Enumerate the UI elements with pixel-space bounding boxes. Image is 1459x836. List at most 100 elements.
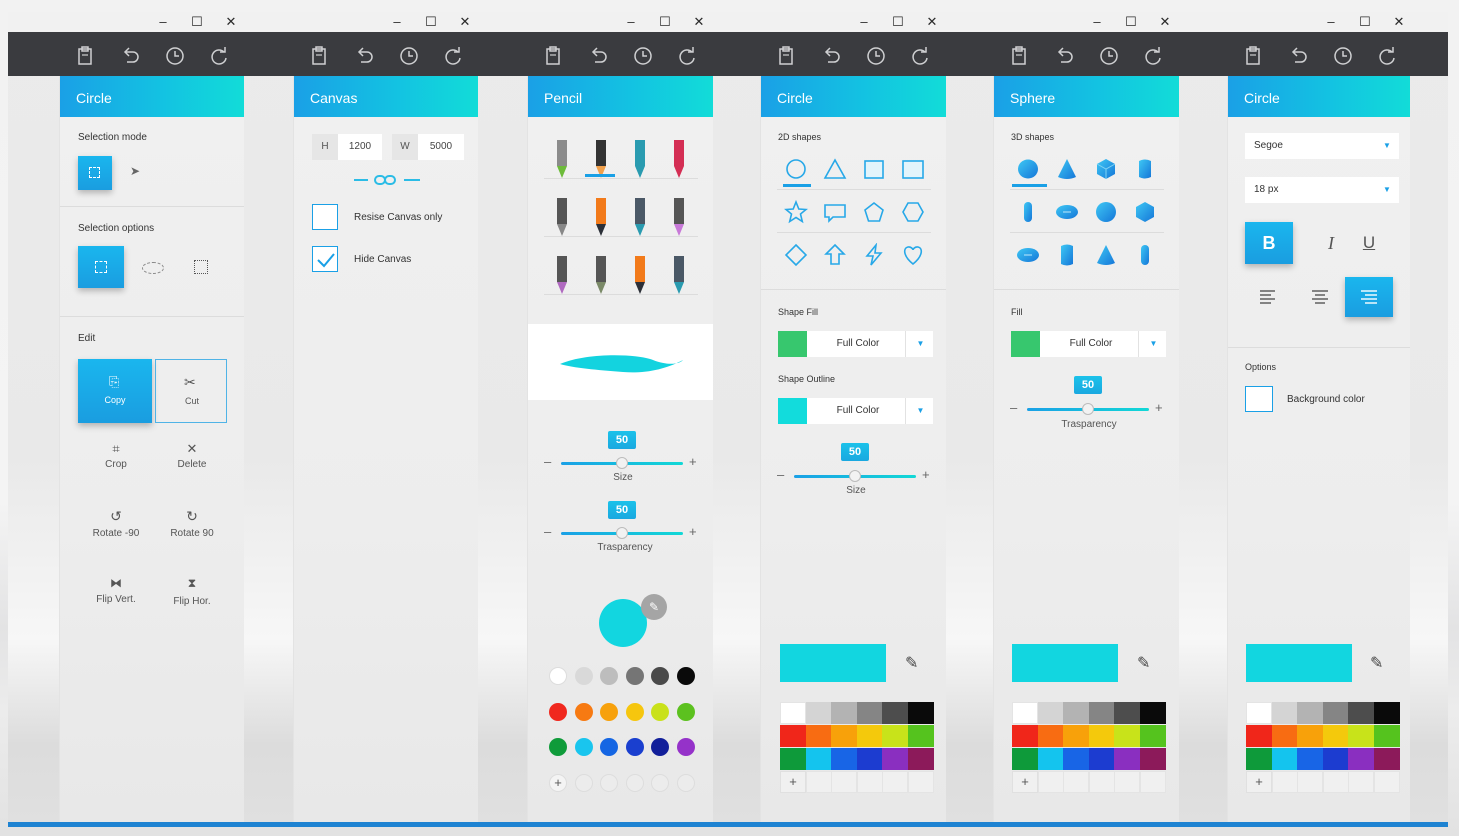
color-swatch[interactable] [882,771,908,793]
color-swatch[interactable] [1373,748,1400,770]
pencil-icon[interactable] [549,252,575,296]
color-swatch[interactable] [1139,748,1166,770]
close-button[interactable]: ✕ [223,14,239,30]
pentagon-icon[interactable] [862,200,886,224]
color-swatch[interactable] [1088,725,1115,747]
size-minus-button[interactable]: – [544,454,551,469]
lasso-select-icon[interactable] [142,262,164,274]
color-swatch[interactable] [1012,748,1038,770]
close-button[interactable]: ✕ [457,14,473,30]
color-swatch[interactable] [1114,748,1140,770]
capsule-icon[interactable] [1016,200,1040,224]
pointer-icon[interactable]: ➤ [130,164,140,178]
star-icon[interactable] [783,199,809,224]
current-color-swatch[interactable] [1246,644,1352,682]
rectangle-icon[interactable] [901,157,925,181]
size-minus-button[interactable]: – [777,467,784,482]
clipboard-icon[interactable] [774,44,798,68]
color-swatch[interactable] [1297,725,1323,747]
align-left-icon[interactable] [1258,286,1278,306]
undo-icon[interactable] [819,44,843,68]
bold-button[interactable]: B [1245,222,1293,264]
heart-icon[interactable] [901,243,925,267]
color-swatch[interactable] [907,725,934,747]
minimize-button[interactable]: – [155,14,171,30]
size-plus-button[interactable]: + [689,454,697,469]
eyedropper-icon[interactable]: ✎ [905,653,918,673]
eyedropper-icon[interactable]: ✎ [1370,653,1383,673]
color-swatch[interactable] [780,748,806,770]
align-center-icon[interactable] [1310,286,1330,306]
clipboard-icon[interactable] [1241,44,1265,68]
paint-bucket-icon[interactable] [666,252,692,296]
color-swatch[interactable] [1348,725,1374,747]
color-swatch[interactable] [651,702,669,721]
color-swatch[interactable] [1037,725,1064,747]
color-swatch[interactable] [625,773,644,792]
color-swatch[interactable] [1322,748,1349,770]
transparency-slider-thumb[interactable] [616,527,628,539]
rotate-right-button[interactable]: ↻ Rotate 90 [162,508,222,548]
color-swatch[interactable] [574,667,593,685]
close-button[interactable]: ✕ [1391,14,1407,30]
color-swatch[interactable] [856,725,883,747]
sphere-icon[interactable] [1094,200,1118,224]
color-swatch[interactable] [805,725,832,747]
color-swatch[interactable] [1322,771,1349,793]
flip-vertical-button[interactable]: ⧓ Flip Vert. [86,576,146,616]
color-swatch[interactable] [1114,725,1140,747]
current-color-swatch[interactable] [599,599,647,647]
cylinder-icon[interactable] [1133,157,1157,181]
close-button[interactable]: ✕ [1157,14,1173,30]
undo-icon[interactable] [118,44,142,68]
lightning-icon[interactable] [862,242,886,267]
color-swatch[interactable] [574,773,593,792]
capsule-icon[interactable] [1133,243,1157,267]
highlighter-icon[interactable] [627,252,653,296]
undo-icon[interactable] [1052,44,1076,68]
maximize-button[interactable]: ☐ [1123,14,1139,30]
color-swatch[interactable] [907,771,934,793]
color-swatch[interactable] [1139,725,1166,747]
height-field[interactable]: H 1200 [312,134,382,160]
color-swatch[interactable] [1088,702,1115,724]
clipboard-icon[interactable] [541,44,565,68]
minimize-button[interactable]: – [1323,14,1339,30]
color-swatch[interactable] [1373,702,1400,724]
eyedropper-icon[interactable]: ✎ [641,594,667,620]
crop-button[interactable]: ⌗ Crop [90,441,142,481]
width-field[interactable]: W 5000 [392,134,464,160]
transparency-slider-thumb[interactable] [1082,403,1094,415]
color-swatch[interactable] [1037,748,1064,770]
redo-icon[interactable] [442,44,466,68]
size-slider-thumb[interactable] [849,470,861,482]
color-swatch[interactable] [1373,771,1400,793]
cube-icon[interactable] [1133,200,1157,224]
transparency-minus-button[interactable]: – [544,524,551,539]
color-swatch[interactable] [805,702,832,724]
minimize-button[interactable]: – [389,14,405,30]
pencil-icon[interactable] [666,194,692,238]
rotate-left-button[interactable]: ↺ Rotate -90 [86,508,146,548]
square-icon[interactable] [862,157,886,181]
pen-icon[interactable] [549,194,575,238]
color-swatch[interactable] [574,738,593,756]
color-swatch[interactable] [1114,702,1140,724]
hide-canvas-checkbox[interactable] [312,246,338,272]
maximize-button[interactable]: ☐ [657,14,673,30]
history-icon[interactable] [1331,44,1355,68]
transparency-plus-button[interactable]: + [689,524,697,539]
copy-button[interactable]: ⎘ Copy [78,359,152,423]
ellipsoid-icon[interactable] [1055,200,1079,224]
color-swatch[interactable] [1063,702,1089,724]
flip-horizontal-button[interactable]: ⧗ Flip Hor. [162,576,222,616]
maximize-button[interactable]: ☐ [890,14,906,30]
redo-icon[interactable] [676,44,700,68]
background-color-checkbox[interactable] [1245,386,1273,412]
redo-icon[interactable] [909,44,933,68]
add-color-button[interactable]: + [780,771,806,793]
color-swatch[interactable] [1037,771,1064,793]
color-swatch[interactable] [856,702,883,724]
cylinder-icon[interactable] [1055,243,1079,267]
color-swatch[interactable] [1088,748,1115,770]
